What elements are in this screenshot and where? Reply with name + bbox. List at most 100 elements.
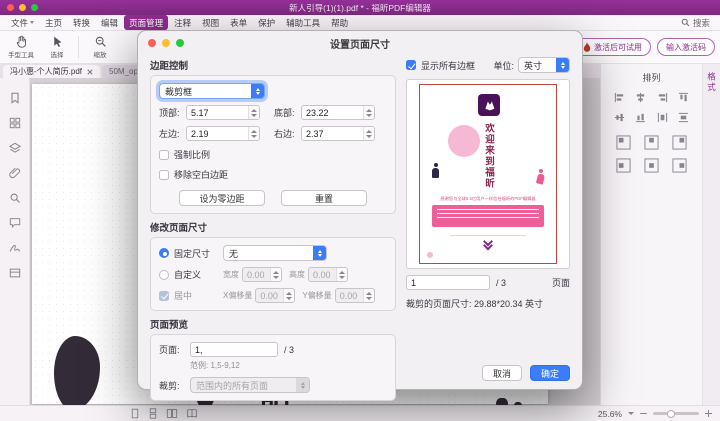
center-checkbox[interactable]: [159, 291, 169, 301]
top-margin-stepper[interactable]: 5.17: [186, 105, 260, 120]
facing-view-icon[interactable]: [166, 408, 178, 419]
menu-convert[interactable]: 转换: [68, 15, 95, 30]
remove-white-margins-checkbox[interactable]: [159, 170, 169, 180]
page-range-input[interactable]: 1,: [190, 342, 278, 357]
select-chevrons-icon: [556, 58, 569, 72]
window-title: 新人引导(1)(1).pdf * - 福昕PDF编辑器: [289, 2, 431, 14]
person-figure: [432, 163, 439, 178]
y-offset-stepper[interactable]: 0.00: [335, 288, 375, 303]
right-margin-stepper[interactable]: 2.37: [301, 126, 375, 141]
comments-panel-icon[interactable]: [9, 217, 21, 229]
zoom-out-icon[interactable]: [640, 413, 647, 415]
select-tool-button[interactable]: 选择: [39, 35, 75, 60]
fixed-size-radio[interactable]: [159, 248, 169, 258]
show-borders-checkbox[interactable]: [406, 60, 416, 70]
page-thumbnails-icon[interactable]: [9, 117, 21, 129]
ok-button[interactable]: 确定: [530, 365, 570, 381]
distribute-vertical-icon[interactable]: [678, 112, 689, 123]
zoom-caret-icon[interactable]: [628, 412, 634, 415]
book-view-icon[interactable]: [186, 408, 198, 419]
align-right-icon[interactable]: [657, 92, 668, 103]
dialog-close-button[interactable]: [148, 39, 156, 47]
stepper-arrows-icon[interactable]: [363, 106, 374, 119]
minimize-window-button[interactable]: [19, 4, 26, 11]
right-panel: 排列 格式: [600, 64, 720, 405]
zoom-percentage[interactable]: 25.6%: [598, 409, 622, 419]
alignment-icon-grid: [609, 92, 694, 123]
position-top-center-icon[interactable]: [644, 135, 659, 150]
continuous-view-icon[interactable]: [148, 408, 158, 419]
position-center-left-icon[interactable]: [616, 158, 631, 173]
dialog-minimize-button[interactable]: [162, 39, 170, 47]
position-top-right-icon[interactable]: [672, 135, 687, 150]
menu-home[interactable]: 主页: [40, 15, 67, 30]
constrain-proportions-checkbox[interactable]: [159, 150, 169, 160]
hand-tool-button[interactable]: 手型工具: [3, 35, 39, 60]
fixed-size-select[interactable]: 无: [223, 245, 327, 261]
document-tab[interactable]: 冯小惠-个人简历.pdf: [3, 65, 100, 78]
custom-size-radio[interactable]: [159, 270, 169, 280]
bottom-margin-stepper[interactable]: 23.22: [301, 105, 375, 120]
enter-activation-code-button[interactable]: 输入激活码: [657, 38, 715, 56]
zoom-in-icon[interactable]: [705, 410, 712, 417]
left-margin-stepper[interactable]: 2.19: [186, 126, 260, 141]
menu-edit[interactable]: 编辑: [96, 15, 123, 30]
reset-button[interactable]: 重置: [281, 190, 367, 206]
search-box[interactable]: 搜索: [681, 17, 714, 29]
position-top-left-icon[interactable]: [616, 135, 631, 150]
left-margin-label: 左边:: [159, 127, 186, 140]
menu-file[interactable]: 文件: [6, 15, 39, 30]
crop-box-select[interactable]: 裁剪框: [159, 83, 265, 99]
dialog-zoom-button[interactable]: [176, 39, 184, 47]
zoom-slider[interactable]: [653, 412, 699, 415]
unit-select[interactable]: 英寸: [518, 57, 570, 73]
menu-comment[interactable]: 注释: [169, 15, 196, 30]
page-thumbnail: 欢迎来到福昕 感谢您与全球6.5亿用户一样信任福昕的PDF编辑器: [419, 84, 557, 264]
width-stepper[interactable]: 0.00: [242, 267, 282, 282]
attachments-icon[interactable]: [9, 167, 21, 179]
remove-white-margins-row[interactable]: 移除空白边距: [159, 168, 387, 181]
align-left-icon[interactable]: [614, 92, 625, 103]
select-chevrons-icon: [296, 378, 309, 392]
height-stepper[interactable]: 0.00: [308, 267, 348, 282]
zero-margins-button[interactable]: 设为零边距: [179, 190, 265, 206]
constrain-proportions-row[interactable]: 强制比例: [159, 148, 387, 161]
stepper-arrows-icon[interactable]: [248, 106, 259, 119]
signature-panel-icon[interactable]: [9, 242, 21, 254]
menu-accessibility[interactable]: 辅助工具: [281, 15, 325, 30]
menu-help[interactable]: 帮助: [326, 15, 353, 30]
zoom-tool-button[interactable]: 缩放: [82, 35, 118, 60]
preview-page-input[interactable]: 1: [406, 275, 490, 290]
menu-view[interactable]: 视图: [197, 15, 224, 30]
menu-protect[interactable]: 保护: [253, 15, 280, 30]
zoom-slider-knob[interactable]: [667, 410, 675, 418]
close-window-button[interactable]: [7, 4, 14, 11]
x-offset-stepper[interactable]: 0.00: [255, 288, 295, 303]
distribute-horizontal-icon[interactable]: [657, 112, 668, 123]
crop-scope-select[interactable]: 范围内的所有页面: [190, 377, 310, 393]
bookmarks-icon[interactable]: [9, 92, 21, 104]
menu-form[interactable]: 表单: [225, 15, 252, 30]
double-chevron-down-icon: [485, 241, 492, 249]
stepper-arrows-icon[interactable]: [363, 127, 374, 140]
format-panel-tab[interactable]: 格式: [706, 72, 718, 93]
align-center-horizontal-icon[interactable]: [635, 92, 646, 103]
decorative-dot: [427, 252, 433, 258]
align-middle-icon[interactable]: [614, 112, 625, 123]
menu-page-management[interactable]: 页面管理: [124, 15, 168, 30]
align-bottom-icon[interactable]: [635, 112, 646, 123]
page-preview-label: 页面预览: [150, 317, 396, 331]
stepper-arrows-icon[interactable]: [248, 127, 259, 140]
trial-button[interactable]: 激活后可试用: [574, 38, 651, 56]
align-top-icon[interactable]: [678, 92, 689, 103]
position-center-icon[interactable]: [644, 158, 659, 173]
layers-icon[interactable]: [9, 142, 21, 154]
position-center-right-icon[interactable]: [672, 158, 687, 173]
single-page-view-icon[interactable]: [130, 408, 140, 419]
zoom-window-button[interactable]: [31, 4, 38, 11]
search-panel-icon[interactable]: [9, 192, 21, 204]
cancel-button[interactable]: 取消: [482, 365, 522, 381]
close-tab-icon[interactable]: [87, 69, 93, 75]
fields-panel-icon[interactable]: [9, 267, 21, 279]
constrain-proportions-label: 强制比例: [174, 148, 210, 161]
